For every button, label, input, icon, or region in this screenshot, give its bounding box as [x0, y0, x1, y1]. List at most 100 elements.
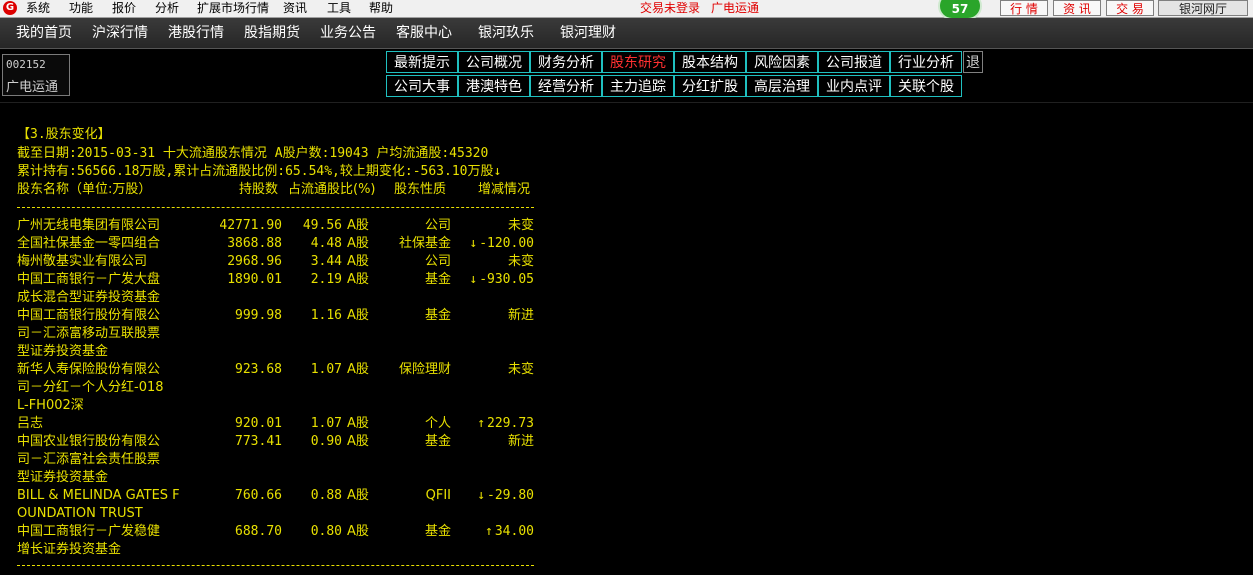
tab-financial-analysis[interactable]: 财务分析 [530, 51, 602, 73]
news-button[interactable]: 资 讯 [1053, 0, 1101, 16]
arrow-up-icon: ↑ [477, 416, 486, 431]
section-title: 【3.股东变化】 [17, 127, 111, 142]
holder-change: 新进 [507, 308, 534, 323]
trade-login-status: 交易未登录 [640, 1, 701, 15]
tab-hk-macau-features[interactable]: 港澳特色 [458, 75, 530, 97]
tab-dividends[interactable]: 分红扩股 [674, 75, 746, 97]
nav-service-center[interactable]: 客服中心 [396, 18, 452, 48]
holder-share-class: A股 [347, 524, 369, 539]
nav-announcements[interactable]: 业务公告 [320, 18, 376, 48]
holder-name: 梅州敬基实业有限公司 [17, 254, 148, 269]
arrow-down-icon: ↓ [469, 236, 478, 251]
holder-type: 基金 [424, 272, 451, 287]
tab-shareholder-research[interactable]: 股东研究 [602, 51, 674, 73]
stock-code: 002152 [6, 58, 46, 71]
tab-company-reports[interactable]: 公司报道 [818, 51, 890, 73]
tab-risk-factors[interactable]: 风险因素 [746, 51, 818, 73]
holder-share-class: A股 [347, 416, 369, 431]
tab-company-profile[interactable]: 公司概况 [458, 51, 530, 73]
holder-name: BILL & MELINDA GATES F [17, 488, 180, 503]
holder-type: 基金 [424, 434, 451, 449]
holder-name: 司－汇添富社会责任股票 [17, 452, 161, 467]
menu-bar: G 系统 功能 报价 分析 扩展市场行情 资讯 工具 帮助 交易未登录 广电运通… [0, 0, 1253, 20]
tab-main-force-tracking[interactable]: 主力追踪 [602, 75, 674, 97]
holder-shares: 923.68 [235, 362, 282, 377]
holder-share-class: A股 [347, 236, 369, 251]
tab-operations-analysis[interactable]: 经营分析 [530, 75, 602, 97]
arrow-up-icon: ↑ [485, 524, 493, 539]
tab-industry-comments[interactable]: 业内点评 [818, 75, 890, 97]
menu-system[interactable]: 系统 [26, 0, 50, 17]
arrow-down-icon: ↓ [469, 272, 478, 287]
header-type: 股东性质 [394, 182, 447, 197]
menu-analysis[interactable]: 分析 [155, 0, 179, 17]
holder-shares: 760.66 [235, 488, 282, 503]
holder-name: 吕志 [17, 416, 44, 431]
holder-change: ↑ 229.73 [477, 416, 534, 431]
menu-help[interactable]: 帮助 [369, 0, 393, 17]
quote-button[interactable]: 行 情 [1000, 0, 1048, 16]
holder-ratio: 1.16 [310, 308, 342, 323]
tab-industry-analysis[interactable]: 行业分析 [890, 51, 962, 73]
holder-ratio: 1.07 [310, 416, 342, 431]
holder-change: 未变 [507, 362, 534, 377]
nav-galaxy-finance[interactable]: 银河理财 [560, 18, 616, 48]
holder-ratio: 49.56 [302, 218, 342, 233]
holder-name: 增长证券投资基金 [17, 542, 122, 557]
holder-ratio: 0.88 [310, 488, 342, 503]
holder-type: 公司 [424, 254, 451, 269]
holder-change: 未变 [507, 218, 534, 233]
nav-galaxy-music[interactable]: 银河玖乐 [478, 18, 534, 48]
menu-quote[interactable]: 报价 [112, 0, 136, 17]
tab-share-structure[interactable]: 股本结构 [674, 51, 746, 73]
holder-type: 基金 [424, 308, 451, 323]
nav-sh-sz-market[interactable]: 沪深行情 [92, 18, 148, 48]
tab-exit[interactable]: 退 [963, 51, 983, 73]
holder-name: 全国社保基金一零四组合 [17, 236, 161, 251]
holder-share-class: A股 [347, 272, 369, 287]
menu-function[interactable]: 功能 [69, 0, 93, 17]
holder-change: ↓ -120.00 [469, 236, 534, 251]
holder-ratio: 0.90 [310, 434, 342, 449]
header-ratio: 占流通股比(%) [288, 182, 376, 197]
nav-index-futures[interactable]: 股指期货 [244, 18, 300, 48]
menu-info[interactable]: 资讯 [283, 0, 307, 17]
menu-tools[interactable]: 工具 [327, 0, 351, 17]
holder-shares: 1890.01 [227, 272, 282, 287]
trade-button[interactable]: 交 易 [1106, 0, 1154, 16]
holder-shares: 2968.96 [227, 254, 282, 269]
stock-id-box[interactable]: 002152 广电运通 [2, 54, 70, 96]
holder-shares: 688.70 [235, 524, 282, 539]
holder-type: 保险理财 [398, 362, 451, 377]
header-name: 股东名称（单位:万股） [17, 182, 152, 197]
holder-ratio: 0.80 [310, 524, 342, 539]
holder-name: 型证券投资基金 [17, 470, 109, 485]
holder-type: QFII [425, 488, 451, 503]
holder-change: 新进 [507, 434, 534, 449]
tab-latest-tips[interactable]: 最新提示 [386, 51, 458, 73]
holder-share-class: A股 [347, 308, 369, 323]
nav-hk-market[interactable]: 港股行情 [168, 18, 224, 48]
online-hall-button[interactable]: 银河网厅 [1158, 0, 1248, 16]
holder-name: 型证券投资基金 [17, 344, 109, 359]
arrow-down-icon: ↓ [477, 488, 486, 503]
holder-ratio: 4.48 [310, 236, 342, 251]
holder-ratio: 2.19 [310, 272, 342, 287]
nav-home[interactable]: 我的首页 [16, 18, 72, 48]
holder-ratio: 1.07 [310, 362, 342, 377]
holder-change: ↓ -29.80 [477, 488, 534, 503]
holder-type: 公司 [424, 218, 451, 233]
tab-major-events[interactable]: 公司大事 [386, 75, 458, 97]
holder-name: 新华人寿保险股份有限公 [17, 362, 161, 377]
tab-governance[interactable]: 高层治理 [746, 75, 818, 97]
menu-extended-market[interactable]: 扩展市场行情 [197, 0, 269, 17]
tab-related-stocks[interactable]: 关联个股 [890, 75, 962, 97]
summary-line-1: 截至日期:2015-03-31 十大流通股东情况 A股户数:19043 户均流通… [17, 146, 489, 161]
holder-ratio: 3.44 [310, 254, 342, 269]
holder-shares: 42771.90 [219, 218, 282, 233]
holder-name: 中国农业银行股份有限公 [17, 434, 161, 449]
holder-shares: 999.98 [235, 308, 282, 323]
header-shares: 持股数 [239, 182, 279, 197]
notification-badge[interactable]: 57 [938, 0, 982, 20]
holder-name: 中国工商银行－广发大盘 [17, 272, 161, 287]
